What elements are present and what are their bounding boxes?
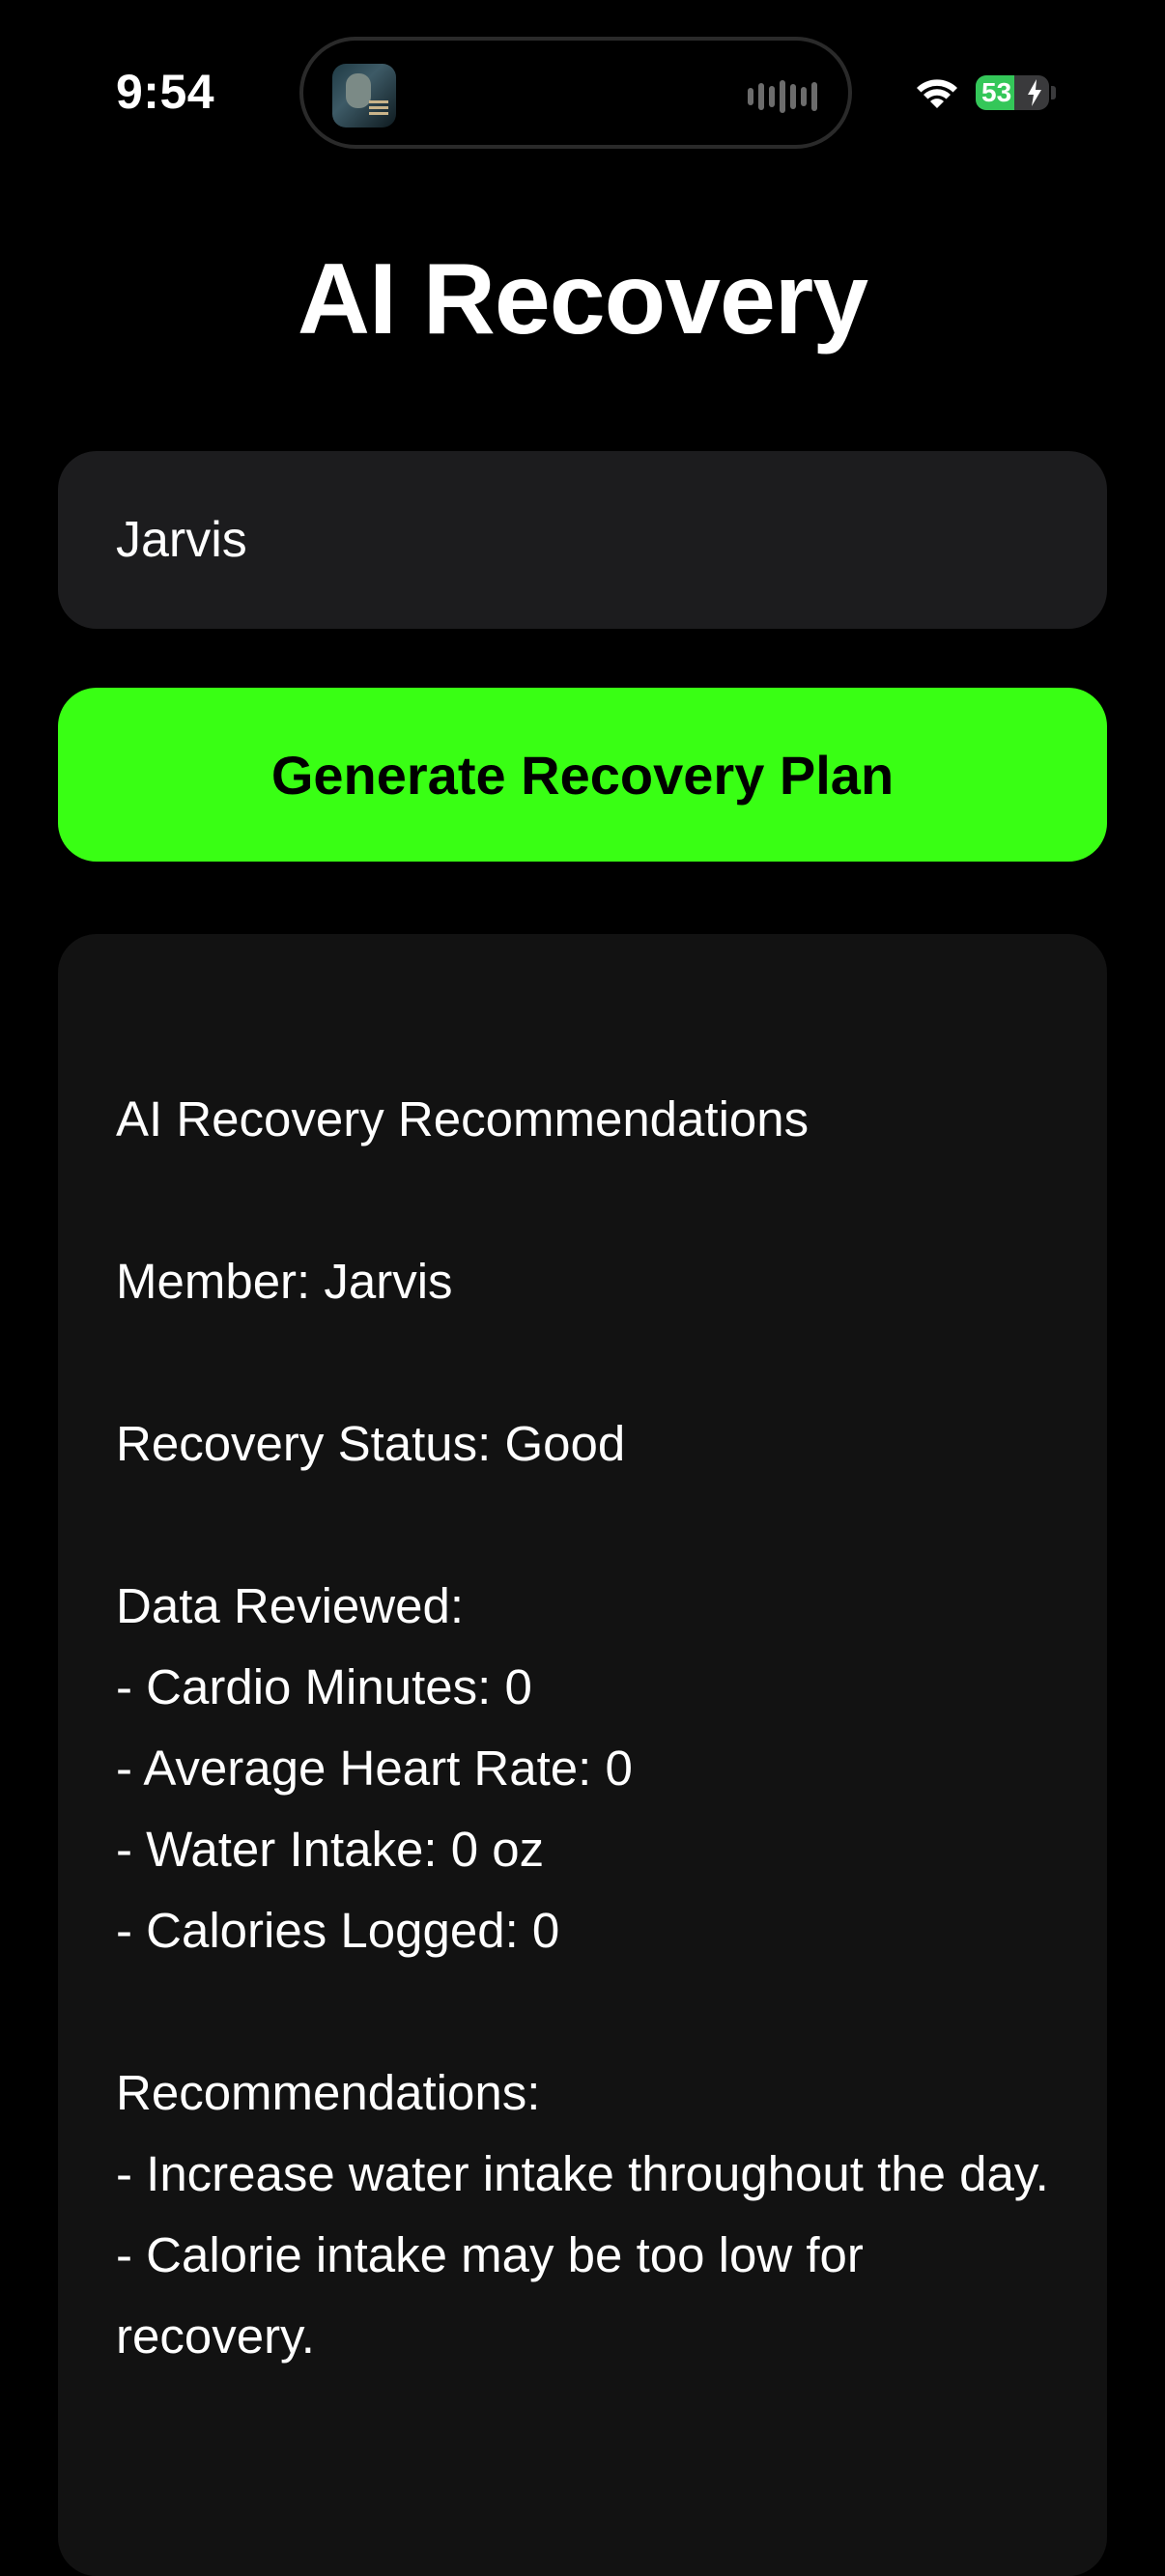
status-time: 9:54 <box>116 65 215 119</box>
charging-bolt-icon <box>1028 79 1041 106</box>
recovery-results-card[interactable]: AI Recovery Recommendations Member: Jarv… <box>58 934 1107 2576</box>
data-item-cardio: - Cardio Minutes: 0 <box>116 1659 532 1714</box>
data-reviewed-heading: Data Reviewed: <box>116 1578 465 1633</box>
recommendation-item: - Calorie intake may be too low for reco… <box>116 2227 864 2364</box>
data-item-calories: - Calories Logged: 0 <box>116 1903 560 1958</box>
results-status: Recovery Status: Good <box>116 1416 626 1471</box>
battery-level: 53 <box>981 77 1012 107</box>
wifi-icon <box>917 79 957 108</box>
battery-indicator: 53 <box>976 75 1049 110</box>
recommendations-heading: Recommendations: <box>116 2065 541 2120</box>
now-playing-artwork <box>332 64 396 127</box>
recovery-results-text: AI Recovery Recommendations Member: Jarv… <box>116 1079 1063 2377</box>
generate-recovery-plan-button[interactable]: Generate Recovery Plan <box>58 688 1107 862</box>
dynamic-island[interactable] <box>299 37 852 149</box>
page-title: AI Recovery <box>297 243 868 355</box>
member-name-input[interactable] <box>58 451 1107 629</box>
data-item-heart-rate: - Average Heart Rate: 0 <box>116 1741 633 1796</box>
results-member: Member: Jarvis <box>116 1254 453 1309</box>
audio-waveform-icon <box>748 79 817 114</box>
battery-nub <box>1051 86 1056 99</box>
results-heading: AI Recovery Recommendations <box>116 1091 810 1146</box>
recommendation-item: - Increase water intake throughout the d… <box>116 2146 1049 2201</box>
data-item-water: - Water Intake: 0 oz <box>116 1822 545 1877</box>
